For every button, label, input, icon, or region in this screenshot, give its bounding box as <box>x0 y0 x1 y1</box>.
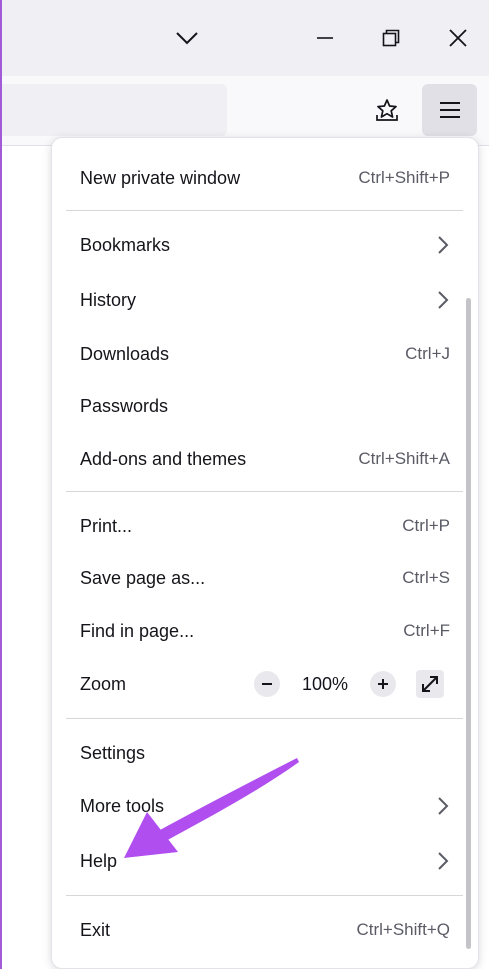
menu-item-find-in-page[interactable]: Find in page... Ctrl+F <box>52 606 478 656</box>
fullscreen-button[interactable] <box>416 670 444 698</box>
address-bar[interactable] <box>0 84 227 136</box>
minimize-button[interactable] <box>300 14 350 62</box>
zoom-out-button[interactable] <box>254 671 280 697</box>
menu-item-label: New private window <box>80 167 241 188</box>
menu-item-shortcut: Ctrl+F <box>403 621 450 640</box>
menu-item-label: Downloads <box>80 343 170 364</box>
menu-item-label: More tools <box>80 795 165 816</box>
app-menu-button[interactable] <box>422 84 477 136</box>
menu-item-label: Settings <box>80 742 146 763</box>
restore-icon <box>382 29 400 47</box>
menu-item-shortcut: Ctrl+P <box>402 516 450 535</box>
chevron-down-icon <box>176 32 198 45</box>
title-bar <box>0 0 489 76</box>
close-icon <box>449 29 467 47</box>
menu-item-label: Help <box>80 850 118 871</box>
menu-item-shortcut: Ctrl+J <box>405 344 450 363</box>
close-button[interactable] <box>433 14 483 62</box>
chevron-right-icon <box>436 851 450 871</box>
zoom-controls: 100% <box>254 670 444 698</box>
menu-separator <box>66 210 463 211</box>
menu-separator <box>66 895 463 896</box>
menu-item-bookmarks[interactable]: Bookmarks <box>52 220 478 270</box>
menu-item-label: Print... <box>80 515 133 536</box>
menu-item-history[interactable]: History <box>52 275 478 325</box>
restore-button[interactable] <box>366 14 416 62</box>
menu-item-zoom: Zoom 100% <box>52 659 478 709</box>
menu-item-label: Find in page... <box>80 620 195 641</box>
chevron-right-icon <box>436 796 450 816</box>
fullscreen-icon <box>422 676 438 692</box>
menu-item-shortcut: Ctrl+Shift+Q <box>356 920 450 939</box>
menu-item-exit[interactable]: Exit Ctrl+Shift+Q <box>52 905 478 955</box>
chevron-right-icon <box>436 290 450 310</box>
menu-item-print[interactable]: Print... Ctrl+P <box>52 501 478 551</box>
menu-item-label: Zoom <box>80 673 127 694</box>
app-menu-panel: New private window Ctrl+Shift+P Bookmark… <box>52 138 478 968</box>
menu-item-label: Exit <box>80 919 111 940</box>
menu-item-label: Bookmarks <box>80 234 171 255</box>
menu-item-save-page-as[interactable]: Save page as... Ctrl+S <box>52 553 478 603</box>
hamburger-menu-icon <box>439 102 460 118</box>
bookmark-page-button[interactable] <box>365 88 409 132</box>
menu-item-shortcut: Ctrl+S <box>402 568 450 587</box>
list-all-tabs-button[interactable] <box>162 14 212 62</box>
window-border <box>0 0 2 969</box>
bookmark-star-icon <box>376 99 398 121</box>
menu-item-more-tools[interactable]: More tools <box>52 781 478 831</box>
menu-item-shortcut: Ctrl+Shift+A <box>358 449 450 468</box>
menu-item-shortcut: Ctrl+Shift+P <box>358 168 450 187</box>
menu-item-label: Add-ons and themes <box>80 448 247 469</box>
menu-scrollbar[interactable] <box>466 298 471 949</box>
menu-item-downloads[interactable]: Downloads Ctrl+J <box>52 329 478 379</box>
chevron-right-icon <box>436 235 450 255</box>
menu-item-label: History <box>80 289 137 310</box>
minimize-icon <box>317 37 333 39</box>
menu-item-settings[interactable]: Settings <box>52 728 478 778</box>
zoom-in-button[interactable] <box>370 671 396 697</box>
minus-icon <box>262 683 272 685</box>
zoom-level[interactable]: 100% <box>280 674 370 695</box>
menu-item-new-private-window[interactable]: New private window Ctrl+Shift+P <box>52 153 478 203</box>
plus-icon <box>378 679 388 689</box>
menu-item-label: Passwords <box>80 395 169 416</box>
menu-separator <box>66 491 463 492</box>
menu-item-addons-and-themes[interactable]: Add-ons and themes Ctrl+Shift+A <box>52 434 478 484</box>
menu-separator <box>66 718 463 719</box>
menu-item-label: Save page as... <box>80 567 206 588</box>
menu-item-passwords[interactable]: Passwords <box>52 381 478 431</box>
nav-toolbar <box>0 76 489 146</box>
menu-item-help[interactable]: Help <box>52 836 478 886</box>
